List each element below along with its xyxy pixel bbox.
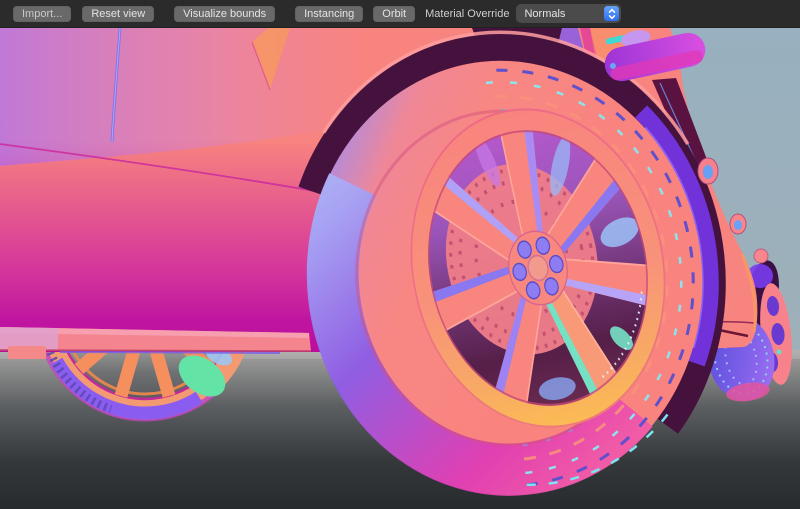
material-override-label: Material Override [425,8,509,20]
orbit-button[interactable]: Orbit [373,6,415,22]
viewport-canvas[interactable] [0,28,800,509]
scene-render [0,28,800,509]
import-button[interactable]: Import... [13,6,71,22]
select-stepper-icon [604,6,619,21]
material-override-select[interactable]: Normals [516,4,621,23]
visualize-bounds-button[interactable]: Visualize bounds [174,6,275,22]
instancing-button[interactable]: Instancing [295,6,363,22]
reset-view-button[interactable]: Reset view [82,6,154,22]
toolbar: Import... Reset view Visualize bounds In… [0,0,800,28]
model-viewer-window: Import... Reset view Visualize bounds In… [0,0,800,509]
mud-flap [8,346,46,359]
material-override-value: Normals [524,8,565,20]
